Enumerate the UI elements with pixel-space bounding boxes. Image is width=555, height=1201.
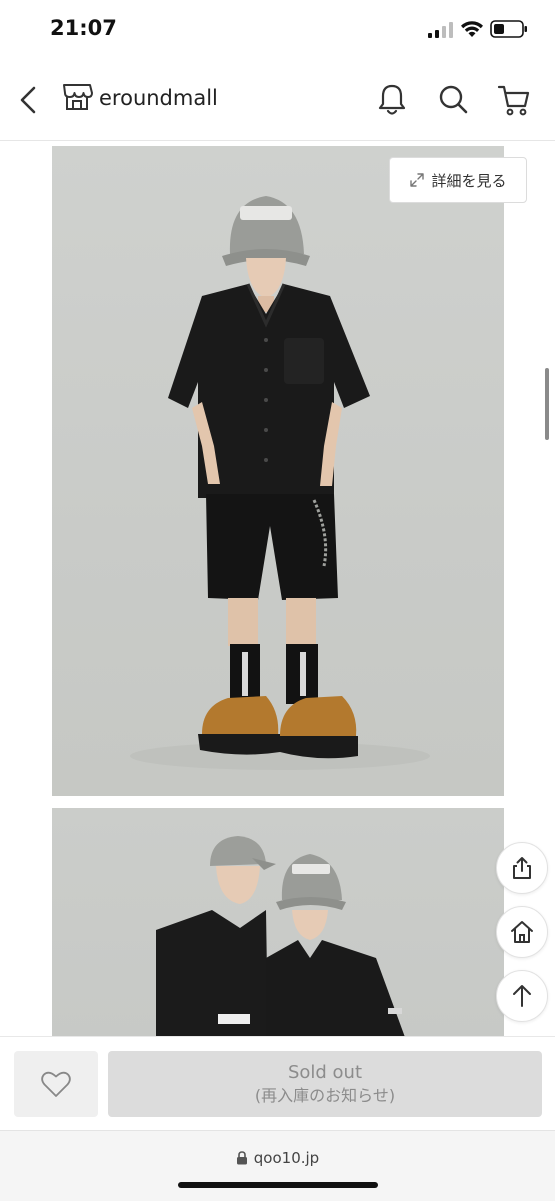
share-button[interactable] xyxy=(496,842,548,894)
store-icon[interactable] xyxy=(60,82,94,112)
home-icon xyxy=(511,921,533,943)
home-indicator[interactable] xyxy=(178,1182,378,1188)
url-text: qoo10.jp xyxy=(253,1149,320,1167)
address-display[interactable]: qoo10.jp xyxy=(0,1149,555,1167)
signal-icon xyxy=(428,22,453,38)
product-photo-illustration xyxy=(130,196,430,770)
view-details-button[interactable]: 詳細を見る xyxy=(389,157,527,203)
search-icon[interactable] xyxy=(436,82,470,118)
sold-out-restock-button[interactable]: Sold out (再入庫のお知らせ) xyxy=(108,1051,542,1117)
status-time: 21:07 xyxy=(50,16,117,40)
scroll-top-button[interactable] xyxy=(496,970,548,1022)
wishlist-button[interactable] xyxy=(14,1051,98,1117)
chevron-left-icon[interactable] xyxy=(14,82,42,118)
scroll-indicator[interactable] xyxy=(545,368,549,440)
share-icon xyxy=(513,857,531,879)
browser-address-bar[interactable]: qoo10.jp xyxy=(0,1130,555,1201)
product-image-1[interactable] xyxy=(52,146,504,796)
bell-icon[interactable] xyxy=(376,82,408,118)
heart-icon xyxy=(41,1071,71,1097)
sold-out-label: Sold out xyxy=(287,1062,363,1083)
restock-notice-label: (再入庫のお知らせ) xyxy=(254,1086,396,1105)
cart-icon[interactable] xyxy=(496,82,532,118)
wifi-icon xyxy=(461,21,483,37)
status-bar: 21:07 xyxy=(0,0,555,60)
view-details-label: 詳細を見る xyxy=(431,171,507,190)
shop-name-link[interactable]: eroundmall xyxy=(99,86,218,110)
home-button[interactable] xyxy=(496,906,548,958)
product-photo-illustration-2 xyxy=(156,836,406,1040)
battery-icon xyxy=(490,20,527,38)
lock-icon xyxy=(236,1151,247,1165)
expand-icon xyxy=(410,173,425,187)
app-header: eroundmall xyxy=(0,60,555,141)
arrow-up-icon xyxy=(513,985,531,1007)
product-image-2[interactable] xyxy=(52,808,504,1040)
purchase-bar: Sold out (再入庫のお知らせ) xyxy=(0,1036,555,1131)
